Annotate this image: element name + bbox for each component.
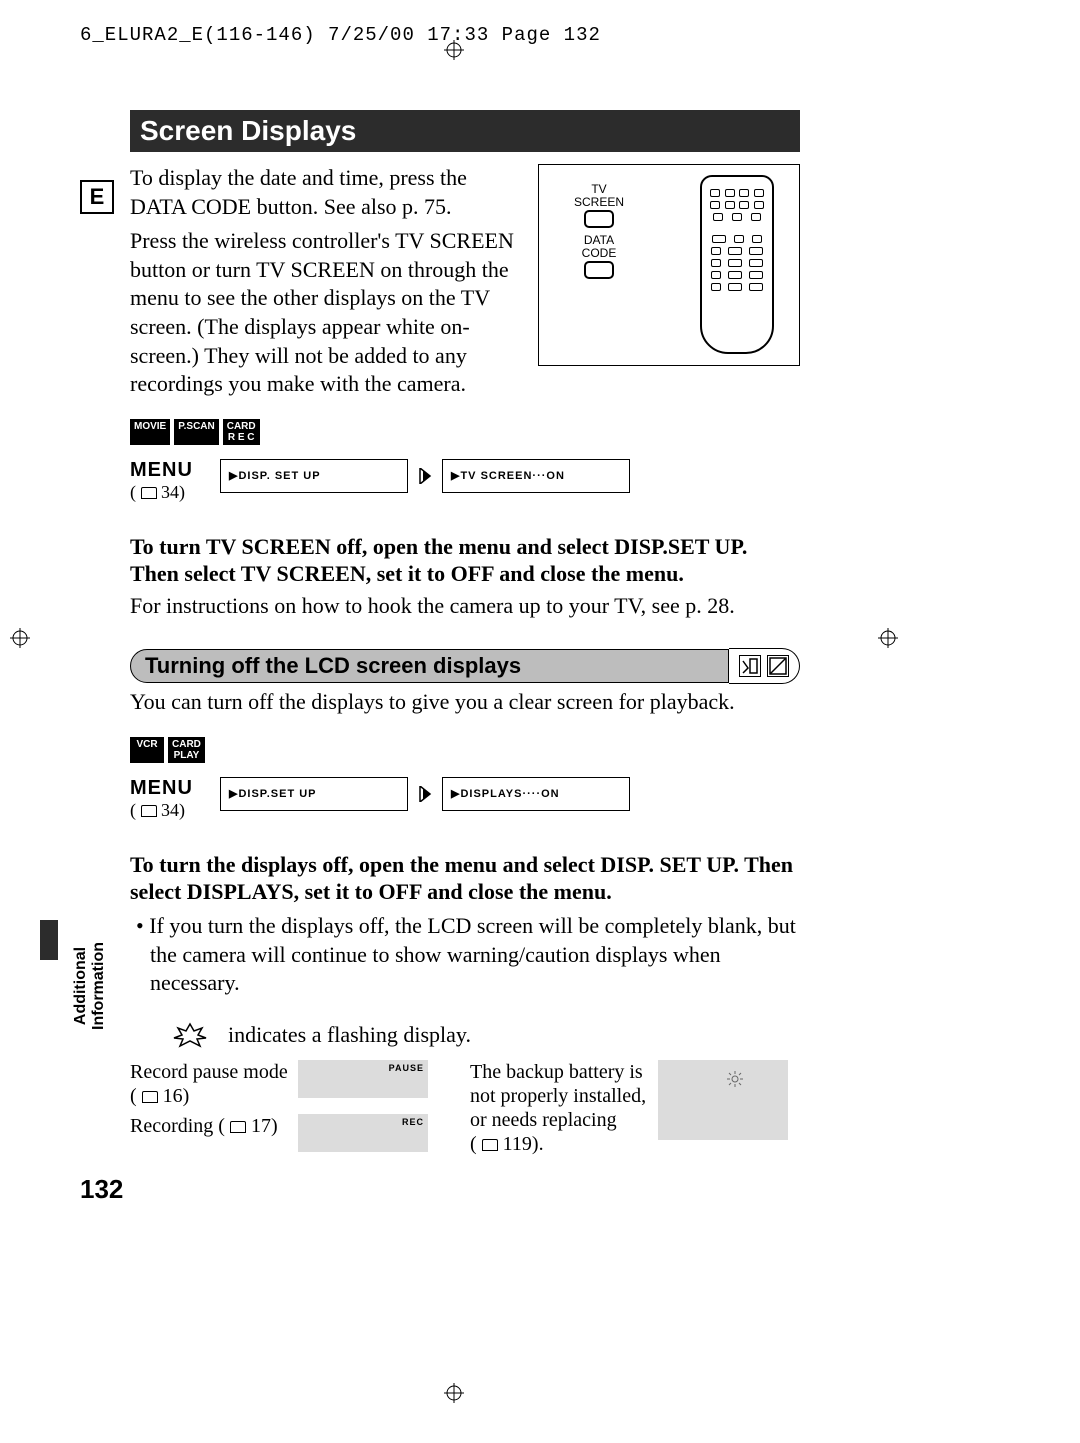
display-col-left: Record pause mode ( 16) PAUSE Recording … bbox=[130, 1060, 460, 1156]
vcr-mode-icon: VCR bbox=[130, 737, 164, 763]
rec-text: Recording ( 17) bbox=[130, 1114, 290, 1138]
pause-ref: 16) bbox=[163, 1085, 190, 1107]
menu2-step1: ▶DISP.SET UP bbox=[220, 777, 408, 811]
intro-text: To display the date and time, press the … bbox=[130, 164, 530, 399]
flash-text: indicates a flashing display. bbox=[228, 1022, 471, 1048]
battery-ref: 119). bbox=[503, 1133, 544, 1155]
flash-indicator-row: indicates a flashing display. bbox=[130, 1022, 800, 1048]
plain-text-1: For instructions on how to hook the came… bbox=[130, 592, 800, 621]
card-rec-mode-icon: CARD R E C bbox=[223, 419, 260, 445]
menu-label-1: MENU ( 34) bbox=[130, 459, 210, 503]
remote-button-labels: TV SCREEN DATA CODE bbox=[574, 183, 624, 285]
bullet-1: • If you turn the displays off, the LCD … bbox=[150, 912, 800, 998]
menu-ref-num-1: 34) bbox=[161, 482, 185, 502]
movie-mode-icon: MOVIE bbox=[130, 419, 170, 445]
battery-screen-icon bbox=[658, 1060, 788, 1140]
menu1-step2: ▶TV SCREEN···ON bbox=[442, 459, 630, 493]
intro-p1: To display the date and time, press the … bbox=[130, 164, 522, 221]
menu-word-2: MENU bbox=[130, 777, 210, 800]
book-icon bbox=[141, 487, 157, 499]
menu-ref-2: ( 34) bbox=[130, 800, 210, 821]
remote-illustration: TV SCREEN DATA CODE bbox=[538, 164, 800, 366]
data-code-label-line1: DATA bbox=[574, 234, 624, 247]
crop-mark-left bbox=[10, 628, 30, 648]
crop-mark-right bbox=[878, 628, 898, 648]
page-content: E Screen Displays To display the date an… bbox=[130, 110, 800, 1156]
sun-icon bbox=[726, 1070, 744, 1093]
flash-star-icon bbox=[170, 1022, 210, 1048]
card-play-top: CARD bbox=[172, 739, 201, 750]
side-tab bbox=[40, 920, 58, 960]
pause-text: Record pause mode ( 16) bbox=[130, 1060, 290, 1108]
rec-screen-icon: REC bbox=[298, 1114, 428, 1152]
plain-text-2: You can turn off the displays to give yo… bbox=[130, 688, 800, 717]
rec-label: Recording ( bbox=[130, 1115, 225, 1137]
data-code-button-icon bbox=[584, 261, 614, 279]
crop-mark-bottom bbox=[444, 1383, 464, 1403]
side-label-line1: Additional bbox=[72, 947, 89, 1025]
menu-word: MENU bbox=[130, 459, 210, 482]
card-rec-bottom: R E C bbox=[227, 432, 256, 443]
card-rec-top: CARD bbox=[227, 421, 256, 432]
book-icon bbox=[141, 805, 157, 817]
battery-text: The backup battery is not properly insta… bbox=[470, 1060, 650, 1156]
tv-screen-label-line2: SCREEN bbox=[574, 196, 624, 209]
page-number: 132 bbox=[80, 1174, 123, 1205]
print-header: 6_ELURA2_E(116-146) 7/25/00 17:33 Page 1… bbox=[80, 24, 601, 46]
menu-ref-num-2: 34) bbox=[161, 800, 185, 820]
card-play-icon bbox=[767, 655, 789, 677]
display-examples: Record pause mode ( 16) PAUSE Recording … bbox=[130, 1060, 800, 1156]
side-label-line2: Information bbox=[90, 942, 108, 1030]
crop-mark-top bbox=[444, 40, 464, 60]
battery-label: The backup battery is not properly insta… bbox=[470, 1061, 646, 1131]
menu-path-1: MENU ( 34) ▶DISP. SET UP ▶TV SCREEN···ON bbox=[130, 459, 800, 503]
pause-label: Record pause mode bbox=[130, 1061, 288, 1083]
pscan-mode-icon: P.SCAN bbox=[174, 419, 219, 445]
tv-screen-button-icon bbox=[584, 210, 614, 228]
rec-tag: REC bbox=[402, 1117, 424, 1127]
display-col-right: The backup battery is not properly insta… bbox=[470, 1060, 800, 1156]
menu1-step1: ▶DISP. SET UP bbox=[220, 459, 408, 493]
bold-instruction-2: To turn the displays off, open the menu … bbox=[130, 851, 800, 906]
menu2-step2: ▶DISPLAYS····ON bbox=[442, 777, 630, 811]
menu-path-2: MENU ( 34) ▶DISP.SET UP ▶DISPLAYS····ON bbox=[130, 777, 800, 821]
language-indicator-e: E bbox=[80, 180, 114, 214]
section-title: Screen Displays bbox=[130, 110, 800, 152]
data-code-label-line2: CODE bbox=[574, 247, 624, 260]
card-play-mode-icon: CARD PLAY bbox=[168, 737, 205, 763]
playback-icon bbox=[739, 655, 761, 677]
tv-screen-label-line1: TV bbox=[574, 183, 624, 196]
book-icon bbox=[230, 1121, 246, 1133]
card-play-bottom: PLAY bbox=[172, 750, 201, 761]
display-item-battery: The backup battery is not properly insta… bbox=[470, 1060, 800, 1156]
book-icon bbox=[142, 1091, 158, 1103]
intro-p2: Press the wireless controller's TV SCREE… bbox=[130, 227, 522, 399]
rec-ref: 17) bbox=[251, 1115, 278, 1137]
bold-instruction-1: To turn TV SCREEN off, open the menu and… bbox=[130, 533, 800, 588]
display-item-rec: Recording ( 17) REC bbox=[130, 1114, 460, 1152]
side-section-label: Additional Information bbox=[72, 942, 107, 1030]
subheading-text: Turning off the LCD screen displays bbox=[130, 649, 729, 683]
subheading-icons bbox=[729, 648, 800, 684]
pause-screen-icon: PAUSE bbox=[298, 1060, 428, 1098]
menu-ref-1: ( 34) bbox=[130, 482, 210, 503]
mode-icons-row-1: MOVIE P.SCAN CARD R E C bbox=[130, 419, 800, 445]
subheading-bar: Turning off the LCD screen displays bbox=[130, 648, 800, 684]
menu-label-2: MENU ( 34) bbox=[130, 777, 210, 821]
arrow-icon bbox=[418, 459, 432, 493]
pause-tag: PAUSE bbox=[389, 1063, 424, 1073]
display-item-pause: Record pause mode ( 16) PAUSE bbox=[130, 1060, 460, 1108]
arrow-icon bbox=[418, 777, 432, 811]
mode-icons-row-2: VCR CARD PLAY bbox=[130, 737, 800, 763]
remote-body-icon bbox=[700, 175, 774, 354]
book-icon bbox=[482, 1139, 498, 1151]
